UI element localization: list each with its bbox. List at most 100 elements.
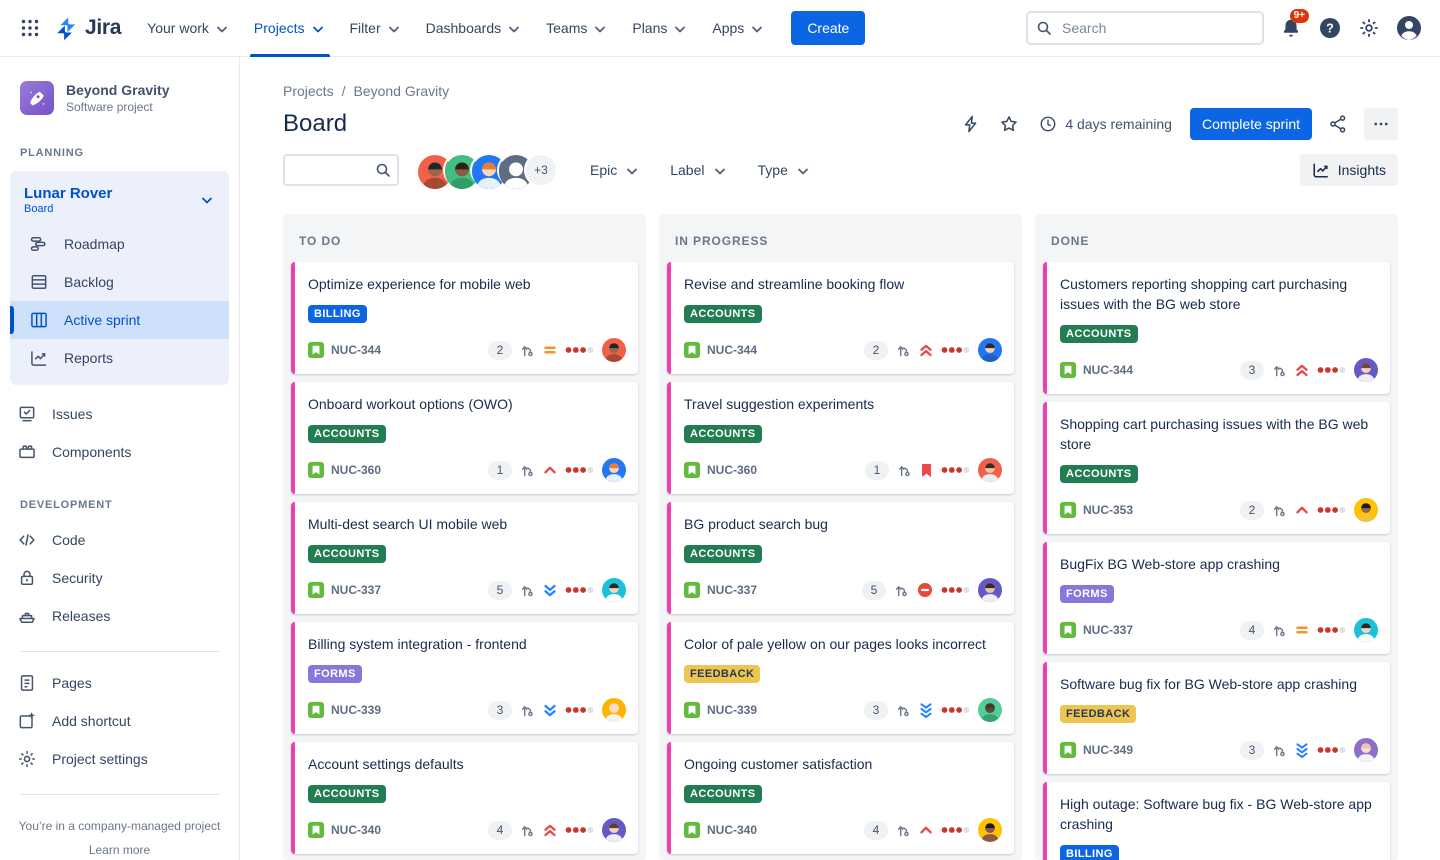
assignee-avatar[interactable] (602, 818, 626, 842)
sidebar-item-security[interactable]: Security (0, 559, 239, 597)
jira-logo[interactable]: Jira (54, 15, 121, 41)
assignee-avatar[interactable] (978, 458, 1002, 482)
user-avatar[interactable] (1396, 15, 1422, 41)
issue-key: NUC-337 (1060, 622, 1133, 638)
nav-item-teams[interactable]: Teams (534, 0, 620, 57)
assignee-avatar[interactable] (978, 818, 1002, 842)
assignee-avatar[interactable] (1354, 498, 1378, 522)
app-switcher-icon[interactable] (14, 12, 46, 44)
card-meta: 2 (488, 338, 626, 362)
epic-badge[interactable]: ACCOUNTS (1060, 465, 1138, 483)
sidebar-item-add-shortcut[interactable]: Add shortcut (0, 702, 239, 740)
epic-badge[interactable]: ACCOUNTS (684, 785, 762, 803)
epic-badge[interactable]: FORMS (308, 665, 362, 683)
issues-icon (16, 404, 38, 424)
board-card[interactable]: High outage: Software bug fix - BG Web-s… (1043, 782, 1390, 860)
epic-badge[interactable]: ACCOUNTS (684, 425, 762, 443)
column-header: DONE (1035, 214, 1398, 260)
search-icon (375, 162, 391, 178)
priority-high-icon (919, 823, 933, 837)
epic-badge[interactable]: BILLING (1060, 845, 1119, 860)
sidebar-item-project-settings[interactable]: Project settings (0, 740, 239, 778)
board-card[interactable]: Optimize experience for mobile web BILLIN… (291, 262, 638, 374)
share-button[interactable] (1326, 112, 1350, 136)
filter-epic[interactable]: Epic (580, 155, 650, 185)
assignee-avatar[interactable] (1354, 358, 1378, 382)
board-card[interactable]: Revise and streamline booking flowACCOUN… (667, 262, 1014, 374)
nav-item-filter[interactable]: Filter (338, 0, 414, 57)
sidebar-item-roadmap[interactable]: Roadmap (10, 225, 229, 263)
card-title: Optimize experience for mobile web (308, 274, 626, 294)
filter-type[interactable]: Type (748, 155, 821, 185)
board-card[interactable]: BugFix BG Web-store app crashingFORMSNUC… (1043, 542, 1390, 654)
board-card[interactable]: Multi-dest search UI mobile webACCOUNTSN… (291, 502, 638, 614)
nav-item-dashboards[interactable]: Dashboards (414, 0, 535, 57)
learn-more-link[interactable]: Learn more (18, 843, 221, 857)
filter-label[interactable]: Label (660, 155, 737, 185)
nav-item-your-work[interactable]: Your work (135, 0, 242, 57)
nav-item-projects[interactable]: Projects (242, 0, 338, 57)
issue-type-story-icon (1060, 742, 1076, 758)
sidebar-item-releases[interactable]: Releases (0, 597, 239, 635)
epic-badge[interactable]: BILLING (308, 305, 367, 323)
nav-item-plans[interactable]: Plans (620, 0, 700, 57)
epic-badge[interactable]: FEEDBACK (684, 665, 760, 683)
create-button[interactable]: Create (791, 11, 865, 45)
assignee-avatar[interactable] (602, 458, 626, 482)
card-meta: 4 (488, 818, 626, 842)
board-card[interactable]: Shopping cart purchasing issues with the… (1043, 402, 1390, 534)
breadcrumb-current[interactable]: Beyond Gravity (353, 83, 449, 99)
more-options-button[interactable] (1364, 108, 1398, 140)
global-search-input[interactable] (1026, 11, 1264, 45)
nav-item-label: Plans (632, 20, 667, 36)
assignee-avatar[interactable] (1354, 618, 1378, 642)
issue-key: NUC-339 (308, 702, 381, 718)
epic-badge[interactable]: FORMS (1060, 585, 1114, 603)
assignee-avatar[interactable] (1354, 738, 1378, 762)
insights-label: Insights (1338, 162, 1386, 178)
insights-button[interactable]: Insights (1300, 154, 1398, 186)
epic-badge[interactable]: ACCOUNTS (684, 545, 762, 563)
board-card[interactable]: Customers reporting shopping cart purcha… (1043, 262, 1390, 394)
board-card[interactable]: Ongoing customer satisfactionACCOUNTSNUC… (667, 742, 1014, 854)
sidebar-item-components[interactable]: Components (0, 433, 239, 471)
board-card[interactable]: Software bug fix for BG Web-store app cr… (1043, 662, 1390, 774)
board-card[interactable]: Account settings defaultsACCOUNTSNUC-340… (291, 742, 638, 854)
nav-item-apps[interactable]: Apps (700, 0, 777, 57)
assignee-avatar[interactable] (602, 578, 626, 602)
epic-badge[interactable]: ACCOUNTS (308, 425, 386, 443)
sidebar-item-active-sprint[interactable]: Active sprint (10, 301, 229, 339)
issue-type-story-icon (308, 582, 324, 598)
settings-gear-icon[interactable] (1358, 17, 1380, 39)
notifications-button[interactable]: 9+ (1280, 17, 1302, 39)
board-switcher[interactable]: Lunar Rover Board (10, 181, 229, 225)
epic-badge[interactable]: ACCOUNTS (684, 305, 762, 323)
board-card[interactable]: BG product search bugACCOUNTSNUC-3375 (667, 502, 1014, 614)
help-button[interactable]: ? (1318, 16, 1342, 40)
breadcrumb-projects[interactable]: Projects (283, 83, 334, 99)
board-card[interactable]: Billing system integration - frontendFOR… (291, 622, 638, 734)
epic-badge[interactable]: FEEDBACK (1060, 705, 1136, 723)
epic-badge[interactable]: ACCOUNTS (308, 545, 386, 563)
assignee-avatar[interactable] (978, 578, 1002, 602)
sidebar-item-reports[interactable]: Reports (10, 339, 229, 377)
avatar-overflow-count[interactable]: +3 (524, 153, 558, 187)
board-card[interactable]: Travel suggestion experimentsACCOUNTSNUC… (667, 382, 1014, 494)
assignee-avatar[interactable] (602, 338, 626, 362)
sidebar-item-backlog[interactable]: Backlog (10, 263, 229, 301)
star-button[interactable] (997, 112, 1021, 136)
complete-sprint-button[interactable]: Complete sprint (1190, 108, 1312, 140)
assignee-avatar[interactable] (978, 338, 1002, 362)
board-card[interactable]: Color of pale yellow on our pages looks … (667, 622, 1014, 734)
issue-key: NUC-337 (684, 582, 757, 598)
epic-badge[interactable]: ACCOUNTS (1060, 325, 1138, 343)
assignee-avatar[interactable] (978, 698, 1002, 722)
sidebar-item-code[interactable]: Code (0, 521, 239, 559)
assignee-avatar[interactable] (602, 698, 626, 722)
automation-lightning-button[interactable] (959, 112, 983, 136)
board-column-in-progress: IN PROGRESSRevise and streamline booking… (659, 214, 1022, 860)
board-card[interactable]: Onboard workout options (OWO)ACCOUNTSNUC… (291, 382, 638, 494)
sidebar-item-issues[interactable]: Issues (0, 395, 239, 433)
epic-badge[interactable]: ACCOUNTS (308, 785, 386, 803)
sidebar-item-pages[interactable]: Pages (0, 664, 239, 702)
